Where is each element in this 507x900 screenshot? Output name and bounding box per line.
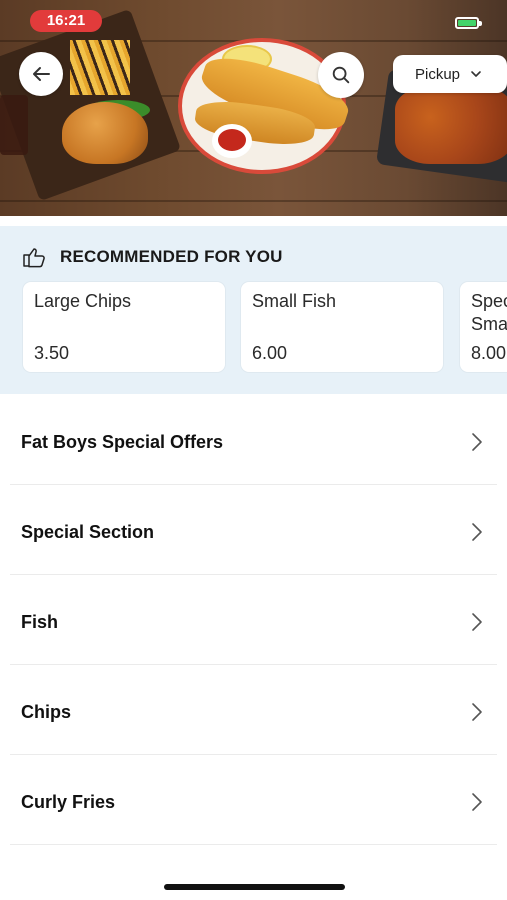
burger-image xyxy=(62,102,148,164)
home-indicator[interactable] xyxy=(164,884,345,890)
divider xyxy=(10,484,497,485)
search-button[interactable] xyxy=(318,52,364,98)
chevron-right-icon xyxy=(470,667,484,757)
recommended-card[interactable]: Small Fish 6.00 xyxy=(241,282,443,372)
recommended-header: RECOMMENDED FOR YOU xyxy=(22,246,283,268)
menu-category-row[interactable]: Fish xyxy=(0,577,507,667)
menu-category-label: Special Section xyxy=(21,521,155,542)
search-icon xyxy=(332,66,350,84)
recommended-section: RECOMMENDED FOR YOU Large Chips 3.50 Sma… xyxy=(0,226,507,394)
hero-banner: 16:21 Pickup xyxy=(0,0,507,216)
menu-category-row[interactable]: Special Section xyxy=(0,487,507,577)
ketchup xyxy=(218,129,246,151)
recommended-card[interactable]: Large Chips 3.50 xyxy=(23,282,225,372)
chevron-down-icon xyxy=(471,71,481,77)
recommended-item-name: Special Small xyxy=(471,291,507,334)
menu-category-row[interactable]: Curly Fries xyxy=(0,757,507,847)
recommended-item-name: Large Chips xyxy=(34,291,132,311)
chevron-right-icon xyxy=(470,757,484,847)
chevron-right-icon xyxy=(470,487,484,577)
arrow-left-icon xyxy=(33,67,50,81)
divider xyxy=(10,664,497,665)
recommended-title: RECOMMENDED FOR YOU xyxy=(60,247,283,266)
fried-chicken-image xyxy=(395,86,507,164)
menu-category-label: Curly Fries xyxy=(21,791,116,812)
divider xyxy=(10,844,497,845)
back-button[interactable] xyxy=(19,52,63,96)
chevron-right-icon xyxy=(470,577,484,667)
menu-category-label: Fish xyxy=(21,611,59,632)
chevron-right-icon xyxy=(470,397,484,487)
recommended-item-price: 6.00 xyxy=(252,343,288,363)
pickup-label: Pickup xyxy=(415,65,461,83)
menu-category-row[interactable]: Fat Boys Special Offers xyxy=(0,397,507,487)
battery-icon xyxy=(455,17,482,29)
status-time: 16:21 xyxy=(30,10,102,32)
divider xyxy=(10,574,497,575)
cola-glass xyxy=(0,95,28,155)
menu-category-label: Chips xyxy=(21,701,72,722)
divider xyxy=(10,754,497,755)
pickup-dropdown[interactable]: Pickup xyxy=(393,55,507,93)
recommended-card[interactable]: Special Small 8.00 xyxy=(460,282,507,372)
thumbs-up-icon xyxy=(23,248,45,268)
recommended-item-name: Small Fish xyxy=(252,291,337,311)
recommended-item-price: 8.00 xyxy=(471,343,507,363)
menu-category-row[interactable]: Chips xyxy=(0,667,507,757)
menu-category-label: Fat Boys Special Offers xyxy=(21,431,224,452)
fries-image xyxy=(70,40,130,95)
recommended-item-price: 3.50 xyxy=(34,343,70,363)
